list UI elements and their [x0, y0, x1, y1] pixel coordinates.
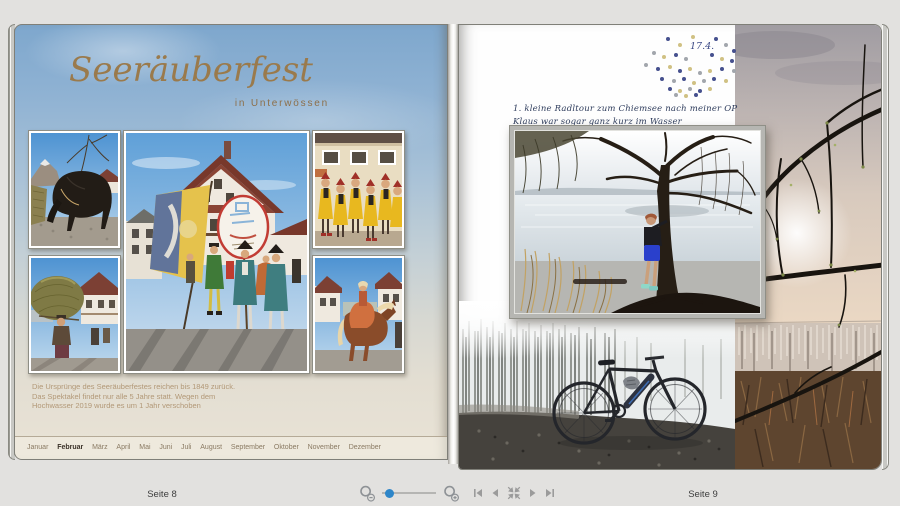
left-page[interactable]: Seeräuberfest in Unterwössen Die Ursprün…	[14, 24, 448, 460]
dot	[668, 65, 672, 69]
dot	[688, 87, 692, 91]
last-page-button[interactable]	[544, 487, 556, 499]
left-page-number-label: Seite 8	[147, 489, 177, 500]
page-stack-right[interactable]	[882, 24, 889, 470]
framed-photo-art	[515, 131, 760, 313]
dot	[691, 35, 695, 39]
photo-yellow-costumes-art	[315, 133, 402, 246]
month-item: Juni	[159, 444, 173, 451]
dot	[674, 53, 678, 57]
month-item: Oktober	[273, 444, 299, 451]
dot	[698, 71, 702, 75]
framed-photo-mat	[514, 130, 761, 314]
next-page-button[interactable]	[527, 487, 539, 499]
fit-view-icon	[507, 486, 520, 500]
page-subtitle: in Unterwössen	[234, 98, 329, 109]
month-item: Dezember	[348, 444, 381, 451]
photo-hay-carrier-art	[31, 258, 118, 371]
book-spread: Seeräuberfest in Unterwössen Die Ursprün…	[8, 24, 889, 484]
photo-horse-rider	[312, 255, 405, 374]
dot	[724, 79, 728, 83]
dots-decoration: 17.4.	[644, 33, 740, 98]
dot	[732, 69, 736, 73]
dot	[668, 87, 672, 91]
next-page-icon	[529, 489, 535, 497]
dot	[672, 79, 676, 83]
dot	[708, 69, 712, 73]
dot	[662, 55, 666, 59]
caption-line: Hochwasser 2019 wurde es um 1 Jahr versc…	[32, 401, 201, 410]
zoom-out-button[interactable]	[359, 485, 376, 502]
month-item-active: Februar	[57, 444, 84, 451]
first-page-button[interactable]	[472, 487, 484, 499]
photo-horse-carriage	[28, 130, 121, 249]
dot	[724, 43, 728, 47]
month-list: Januar Februar März April Mai Juni Juli …	[27, 436, 381, 459]
month-item: Juli	[180, 444, 192, 451]
photo-horse-carriage-art	[31, 133, 118, 246]
dot	[674, 93, 678, 97]
month-item: Januar	[27, 444, 49, 451]
caption-line: Das Spektakel findet nur alle 5 Jahre st…	[32, 391, 216, 401]
dot	[666, 37, 670, 41]
last-page-icon	[545, 489, 554, 497]
photobook-viewer: { "book": { "left_page": { "title": "See…	[0, 0, 900, 506]
dot	[684, 57, 688, 61]
photo-mountain-bike	[459, 301, 735, 469]
dot	[720, 67, 724, 71]
month-item: Mai	[139, 444, 151, 451]
fit-view-button[interactable]	[506, 485, 522, 501]
month-item: April	[116, 444, 131, 451]
dot	[712, 77, 716, 81]
dot	[732, 49, 736, 53]
photo-parade-art	[126, 133, 307, 371]
viewer-toolbar	[356, 484, 558, 502]
month-item: November	[307, 444, 340, 451]
photo-horse-rider-art	[315, 258, 402, 371]
right-page[interactable]: 17.4. 1. kleine Radltour zum Chiemsee na…	[458, 24, 882, 470]
dot	[688, 67, 692, 71]
dot	[710, 53, 714, 57]
caption-line: Die Ursprünge des Seeräuberfestes reiche…	[32, 382, 236, 391]
dot	[692, 81, 696, 85]
dot	[720, 57, 724, 61]
page-title: Seeräuberfest	[69, 50, 313, 90]
month-item: August	[200, 444, 223, 451]
month-item: März	[92, 444, 108, 451]
right-page-number-label: Seite 9	[688, 489, 718, 500]
month-item: September	[230, 444, 266, 451]
photo-mountain-bike-art	[459, 301, 735, 469]
dot	[656, 67, 660, 71]
dot	[702, 79, 706, 83]
dot	[708, 87, 712, 91]
dot	[660, 77, 664, 81]
photo-parade	[123, 130, 310, 374]
previous-page-icon	[492, 489, 498, 497]
dot	[644, 63, 648, 67]
dot	[714, 37, 718, 41]
photo-yellow-costumes	[312, 130, 405, 249]
dot	[682, 77, 686, 81]
dot	[694, 93, 698, 97]
dot	[678, 89, 682, 93]
previous-page-button[interactable]	[489, 487, 501, 499]
dot	[652, 51, 656, 55]
book-spine-fold	[448, 24, 458, 464]
photo-hay-carrier	[28, 255, 121, 374]
date-label: 17.4.	[690, 41, 715, 52]
dot	[678, 69, 682, 73]
zoom-slider-handle[interactable]	[385, 488, 394, 498]
dot	[698, 89, 702, 93]
zoom-in-icon	[443, 485, 459, 502]
zoom-in-button[interactable]	[443, 485, 460, 502]
zoom-slider[interactable]	[382, 486, 436, 500]
caption-text: Die Ursprünge des Seeräuberfestes reiche…	[32, 382, 235, 411]
dot	[678, 43, 682, 47]
dot	[730, 59, 734, 63]
note-line: 1. kleine Radltour zum Chiemsee nach mei…	[513, 104, 738, 114]
first-page-icon	[473, 489, 482, 497]
dot	[684, 94, 688, 98]
framed-photo-tree-lake	[509, 125, 766, 319]
zoom-out-icon	[359, 485, 375, 502]
